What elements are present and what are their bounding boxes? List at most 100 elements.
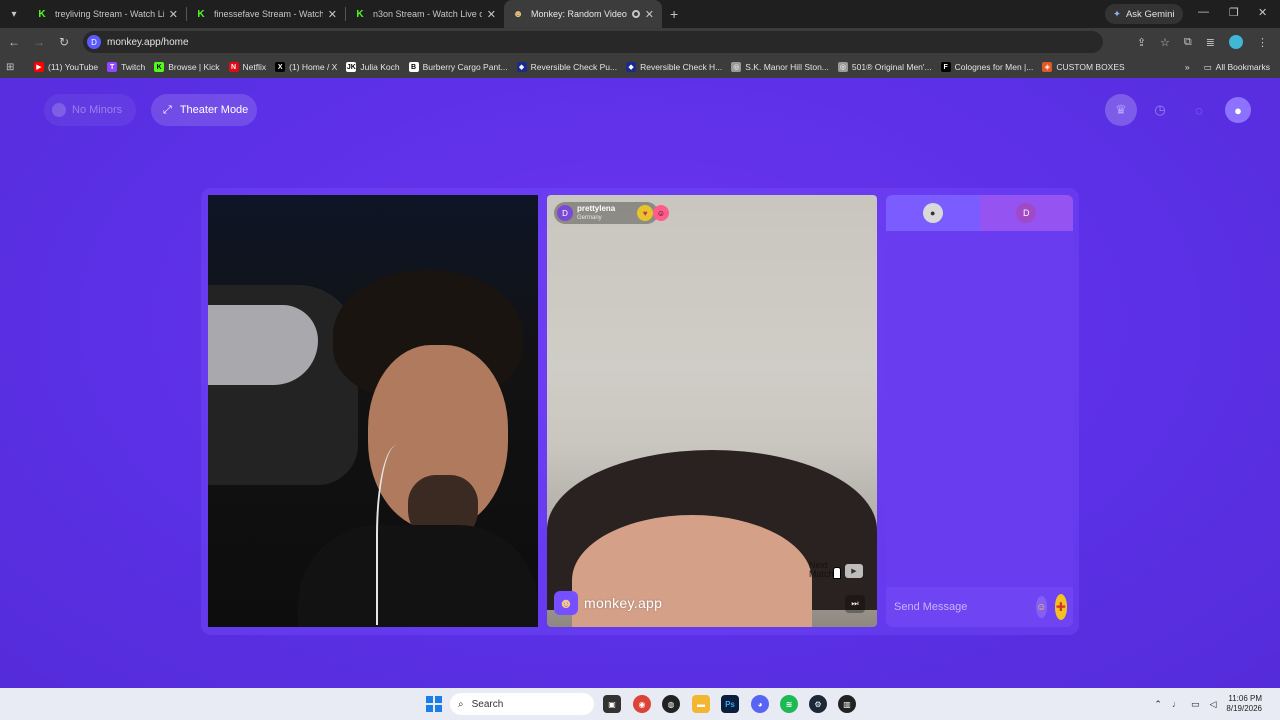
new-tab-button[interactable]: + [670,6,678,22]
profile-avatar[interactable] [1229,35,1243,49]
person-body [298,525,538,627]
bookmark-label: Reversible Check Pu... [530,62,618,72]
bookmark-item[interactable]: ◆ Reversible Check Pu... [516,62,618,72]
restore-icon[interactable]: ❐ [1229,6,1239,19]
address-bar-row: ← → ↻ D monkey.app/home ⇪ ☆ ⧉ ≣ ⋮ [0,28,1280,56]
bookmark-label: Reversible Check H... [640,62,723,72]
chat-tab-self[interactable]: ● [886,195,980,231]
bookmark-item[interactable]: ▶ (11) YouTube [34,62,98,72]
install-app-icon[interactable]: ⇪ [1137,36,1146,49]
close-tab-icon[interactable]: ✕ [645,8,654,21]
site-info-icon[interactable]: D [87,35,101,49]
tray-chevron-icon[interactable]: ⌃ [1154,699,1162,710]
chrome-icon[interactable]: ◉ [633,695,651,713]
browser-tab[interactable]: Kn3on Stream - Watch Live on Ki ✕ [346,0,504,28]
omnibox[interactable]: D monkey.app/home [83,31,1103,53]
box-icon: ◈ [1042,62,1053,72]
bookmark-label: CUSTOM BOXES [1056,62,1125,72]
tab-search-icon[interactable]: ▾ [4,4,24,24]
discord-icon[interactable]: ◕ [751,695,769,713]
bookmark-item[interactable]: ◎ 501® Original Men'... [837,62,932,72]
user-avatar-button[interactable]: ● [1222,94,1254,126]
report-badge-icon[interactable]: ☺ [653,205,669,221]
tag-icon: ◆ [516,62,527,72]
bookmarks-bar: ⊞ ▶ (11) YouTube T Twitch K Browse | Kick N Net… [0,56,1280,78]
bookmark-item[interactable]: ◎ S.K. Manor Hill Ston... [731,62,829,72]
reload-icon[interactable]: ↻ [53,35,75,49]
all-bookmarks-button[interactable]: ▭ All Bookmarks [1204,62,1270,73]
bookmark-item[interactable]: X (1) Home / X [275,62,337,72]
skip-forward-icon[interactable]: ⏭ [845,595,865,613]
tab-title: Monkey: Random Video Ch [531,9,628,19]
microphone-icon[interactable]: ♩ [1172,699,1181,709]
burberry-icon: B [408,62,419,72]
next-match-video-icon[interactable]: ▶ [845,564,863,578]
apps-grid-icon[interactable]: ⊞ [6,62,20,73]
bookmark-item[interactable]: F Colognes for Men |... [940,62,1033,72]
bookmark-item[interactable]: ◆ Reversible Check H... [626,62,722,72]
youtube-icon: ▶ [34,62,44,72]
windows-start-icon[interactable] [426,696,442,712]
forward-icon[interactable]: → [28,35,50,49]
browser-tab[interactable]: Kfinessefave Stream - Watch Live ✕ [187,0,345,28]
ask-gemini-button[interactable]: ✦ Ask Gemini [1105,4,1183,24]
remote-user-chip[interactable]: D prettylena Germany ♥ [554,202,659,224]
tab-title: finessefave Stream - Watch Live [214,9,323,19]
more-bookmarks-icon[interactable]: » [1185,62,1190,72]
taskbar-search[interactable]: ⌕ Search [450,693,594,715]
bookmark-item[interactable]: ◈ CUSTOM BOXES [1042,62,1125,72]
kick-icon: K [154,62,165,72]
kick-icon: K [356,8,364,20]
no-minors-toggle[interactable]: No Minors [44,94,136,126]
task-view-icon[interactable]: ▣ [603,695,621,713]
app-icon[interactable]: ▥ [838,695,856,713]
close-tab-icon[interactable]: ✕ [328,8,337,21]
heart-icon[interactable]: ♥ [637,205,654,221]
no-minors-label: No Minors [72,104,123,116]
close-tab-icon[interactable]: ✕ [169,8,178,21]
tab-bar: ▾ Ktreyliving Stream - Watch Live o✕ Kfin… [0,0,1280,28]
bookmark-label: (1) Home / X [289,62,338,72]
call-panel: D prettylena Germany ♥ ☺ ☻ monkey.app Ne… [201,188,1079,635]
tab-title: n3on Stream - Watch Live on Ki [373,9,482,19]
bookmark-item[interactable]: K Browse | Kick [154,62,220,72]
bookmark-item[interactable]: N Netflix [228,62,266,72]
bookmarks-list: ▶ (11) YouTube T Twitch K Browse | Kick N Netfl… [34,62,1134,72]
close-window-icon[interactable]: ✕ [1258,6,1267,19]
gift-icon[interactable]: ✚ [1054,594,1067,620]
media-controls-icon[interactable]: ≣ [1206,36,1215,49]
bookmark-item[interactable]: JK Julia Koch [346,62,400,72]
browser-menu-icon[interactable]: ⋮ [1257,36,1268,49]
taskbar-clock[interactable]: 11:06 PM 8/19/2026 [1226,694,1262,714]
back-icon[interactable]: ← [3,35,25,49]
remote-user-avatar: D [557,205,573,221]
close-tab-icon[interactable]: ✕ [487,8,496,21]
network-icon[interactable]: ▭ [1191,699,1200,710]
brand-name: monkey.app [584,595,663,611]
chat-bubble-icon[interactable]: ◌ [1183,94,1215,126]
earphone-cable [376,445,418,625]
chat-tab-remote[interactable]: D [979,195,1073,231]
taskbar-search-label: Search [471,698,504,710]
bookmark-item[interactable]: T Twitch [107,62,145,72]
crown-icon[interactable]: ♛ [1105,94,1137,126]
history-clock-icon[interactable]: ◷ [1144,94,1176,126]
url-text[interactable]: monkey.app/home [107,37,189,48]
spotify-icon[interactable]: ≋ [780,695,798,713]
browser-tab[interactable]: Ktreyliving Stream - Watch Live o ✕ [28,0,186,28]
photoshop-icon[interactable]: Ps [721,695,739,713]
extensions-icon[interactable]: ⧉ [1184,36,1192,49]
steam-icon[interactable]: ⚙ [809,695,827,713]
browser-tab[interactable]: ☻ Monkey: Random Video Ch ✕ [504,0,662,28]
send-message-input[interactable] [894,595,1036,619]
bookmark-star-icon[interactable]: ☆ [1160,36,1170,49]
emoji-icon[interactable]: ☺ [1036,596,1047,618]
bookmark-item[interactable]: B Burberry Cargo Pant... [408,62,508,72]
obs-icon[interactable]: ◍ [662,695,680,713]
minimize-icon[interactable]: — [1198,6,1209,18]
theater-mode-button[interactable]: ⤢ Theater Mode [151,94,257,126]
monkey-app-page: No Minors ⤢ Theater Mode ♛ ◷ ◌ ● D prett… [0,78,1280,688]
tabs-container: Ktreyliving Stream - Watch Live o✕ Kfines… [28,0,662,28]
file-explorer-icon[interactable]: ▬ [692,695,710,713]
volume-icon[interactable]: ◁ [1209,699,1216,710]
